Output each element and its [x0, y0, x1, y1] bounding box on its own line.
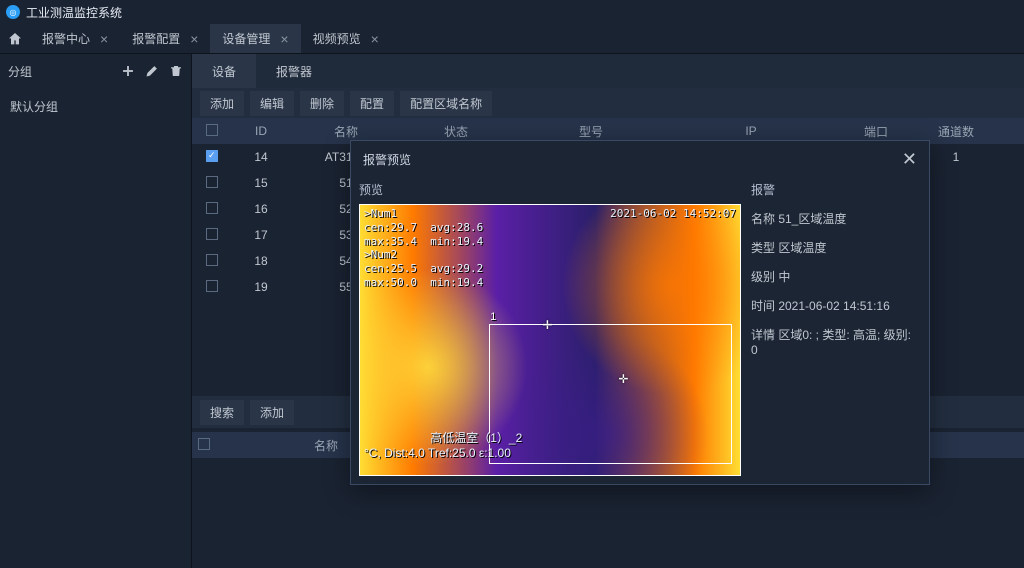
cell-id: 15 [226, 176, 296, 190]
sidebar-header-label: 分组 [8, 63, 32, 80]
row-checkbox[interactable] [206, 228, 218, 240]
bottom-checkbox[interactable] [198, 438, 210, 450]
row-checkbox[interactable] [206, 202, 218, 214]
titlebar: ◎ 工业测温监控系统 [0, 0, 1024, 24]
col-ip: IP [666, 124, 836, 138]
overlay-stats: >Num1 cen:29.7 avg:28.6 max:35.4 min:19.… [364, 207, 483, 290]
row-checkbox[interactable] [206, 176, 218, 188]
edit-icon[interactable] [145, 64, 159, 78]
close-icon[interactable]: × [371, 32, 379, 46]
col-port: 端口 [836, 123, 916, 140]
toolbar: 添加 编辑 删除 配置 配置区域名称 [192, 88, 1024, 118]
subtab-alarms[interactable]: 报警器 [256, 54, 332, 88]
cell-id: 16 [226, 202, 296, 216]
header-checkbox[interactable] [206, 124, 218, 136]
overlay-footer: 高低温室（1）_2°C, Dist:4.0 Tref:25.0 ε:1.00 [364, 416, 522, 473]
row-checkbox[interactable] [206, 150, 218, 162]
thermal-image: 2021-06-02 14:52:07 >Num1 cen:29.7 avg:2… [359, 204, 741, 476]
home-button[interactable] [0, 24, 30, 53]
info-time: 时间 2021-06-02 14:51:16 [751, 291, 919, 320]
search-button[interactable]: 搜索 [200, 400, 244, 425]
col-model: 型号 [516, 123, 666, 140]
sidebar: 分组 默认分组 [0, 54, 192, 568]
add-button[interactable]: 添加 [250, 400, 294, 425]
sidebar-item-default-group[interactable]: 默认分组 [0, 92, 191, 121]
col-channels: 通道数 [916, 123, 996, 140]
info-type: 类型 区域温度 [751, 233, 919, 262]
tab-label: 设备管理 [222, 30, 270, 47]
tab-label: 报警中心 [42, 30, 90, 47]
close-icon[interactable]: ✕ [902, 149, 917, 170]
close-icon[interactable]: × [280, 32, 288, 46]
tab-label: 视频预览 [313, 30, 361, 47]
tab-device-manage[interactable]: 设备管理 × [210, 24, 300, 53]
alarm-preview-modal: 报警预览 ✕ 预览 2021-06-02 14:52:07 >Num1 cen:… [350, 140, 930, 485]
cell-id: 14 [226, 150, 296, 164]
col-id: ID [226, 124, 296, 138]
subtab-devices[interactable]: 设备 [192, 54, 256, 88]
toolbar-add[interactable]: 添加 [200, 91, 244, 116]
toolbar-config[interactable]: 配置 [350, 91, 394, 116]
close-icon[interactable]: × [100, 32, 108, 46]
close-icon[interactable]: × [190, 32, 198, 46]
home-icon [7, 31, 23, 47]
row-checkbox[interactable] [206, 254, 218, 266]
tab-label: 报警配置 [132, 30, 180, 47]
tab-alarm-config[interactable]: 报警配置 × [120, 24, 210, 53]
alarm-label: 报警 [751, 177, 919, 204]
plus-icon[interactable] [121, 64, 135, 78]
tab-video-preview[interactable]: 视频预览 × [301, 24, 391, 53]
col-status: 状态 [396, 123, 516, 140]
col-name: 名称 [296, 123, 396, 140]
tab-alarm-center[interactable]: 报警中心 × [30, 24, 120, 53]
toolbar-config-area[interactable]: 配置区域名称 [400, 91, 492, 116]
cell-id: 18 [226, 254, 296, 268]
overlay-timestamp: 2021-06-02 14:52:07 [610, 207, 736, 220]
roi-box: 1 [489, 324, 732, 464]
tab-bar: 报警中心 × 报警配置 × 设备管理 × 视频预览 × [0, 24, 1024, 54]
roi-label: 1 [490, 311, 496, 323]
app-title: 工业测温监控系统 [26, 4, 122, 21]
cell-id: 17 [226, 228, 296, 242]
info-detail: 详情 区域0: ; 类型: 高温; 级别: 0 [751, 320, 919, 363]
app-logo-icon: ◎ [6, 5, 20, 19]
info-level: 级别 中 [751, 262, 919, 291]
toolbar-edit[interactable]: 编辑 [250, 91, 294, 116]
trash-icon[interactable] [169, 64, 183, 78]
info-name: 名称 51_区域温度 [751, 204, 919, 233]
toolbar-delete[interactable]: 删除 [300, 91, 344, 116]
cell-id: 19 [226, 280, 296, 294]
modal-title: 报警预览 [363, 151, 411, 168]
row-checkbox[interactable] [206, 280, 218, 292]
preview-label: 预览 [359, 177, 741, 204]
